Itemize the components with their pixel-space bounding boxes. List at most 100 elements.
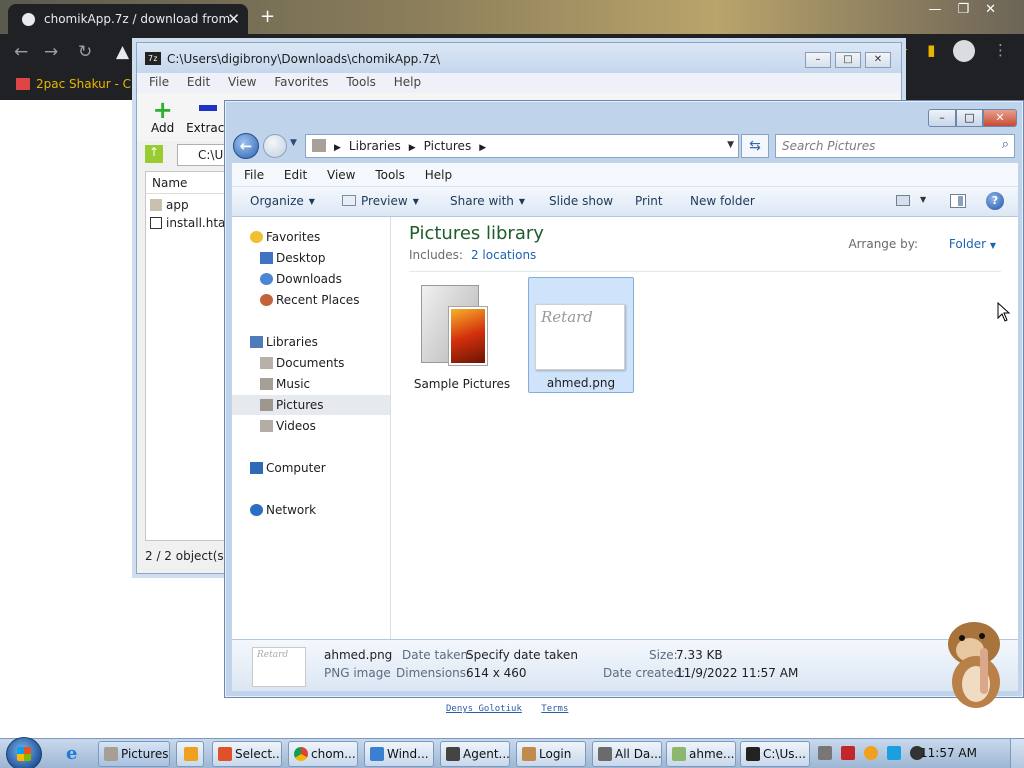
browser-forward-icon[interactable]: → [44, 42, 58, 62]
refresh-button[interactable]: ⇆ [741, 134, 769, 158]
share-with-button[interactable]: Share with ▼ [450, 194, 525, 208]
views-chevron-down-icon[interactable]: ▼ [920, 195, 926, 204]
new-folder-button[interactable]: New folder [690, 194, 755, 208]
menu-view[interactable]: View [327, 168, 355, 182]
taskbar-item-login[interactable]: Login [516, 741, 586, 767]
sidebar-item-music[interactable]: Music [232, 374, 390, 394]
browser-back-icon[interactable]: ← [14, 42, 28, 62]
browser-reload-icon[interactable]: ↻ [78, 42, 92, 62]
extract-button[interactable]: Extract [186, 97, 229, 135]
sidebar-item-recent-places[interactable]: Recent Places [232, 290, 390, 310]
preview-pane-button[interactable] [950, 194, 966, 208]
sidebar-item-network[interactable]: Network [232, 500, 390, 520]
print-button[interactable]: Print [635, 194, 663, 208]
taskbar-item-windows[interactable]: Wind... [364, 741, 434, 767]
tray-network-icon[interactable] [818, 746, 832, 760]
taskbar-item-agent[interactable]: Agent... [440, 741, 510, 767]
sidebar-item-favorites[interactable]: Favorites [232, 227, 390, 247]
browser-window-controls[interactable]: —❐✕ [928, 2, 1012, 17]
new-tab-button[interactable]: + [260, 6, 275, 27]
menu-edit[interactable]: Edit [284, 168, 307, 182]
address-bar[interactable]: ▶ Libraries ▶ Pictures ▶ ▼ [305, 134, 739, 158]
recent-pages-chevron-down-icon[interactable]: ▼ [290, 138, 297, 148]
menu-tools[interactable]: Tools [375, 168, 405, 182]
tray-display-icon[interactable] [887, 746, 901, 760]
taskbar-item-chrome[interactable]: chom... [288, 741, 358, 767]
help-icon[interactable]: ? [986, 192, 1004, 210]
column-header-name[interactable]: Name [146, 172, 228, 194]
7zip-menu-edit[interactable]: Edit [187, 75, 210, 89]
7zip-menu-help[interactable]: Help [394, 75, 421, 89]
taskbar-item-pictures[interactable]: Pictures [98, 741, 170, 767]
browser-tab[interactable]: chomikApp.7z / download from ✕ [8, 4, 248, 34]
sidebar-item-downloads[interactable]: Downloads [232, 269, 390, 289]
organize-button[interactable]: Organize ▼ [250, 194, 315, 208]
sidebar-item-pictures[interactable]: Pictures [232, 395, 390, 415]
taskbar-item-ahmed[interactable]: ahme... [666, 741, 736, 767]
tray-search-icon[interactable] [864, 746, 878, 760]
7zip-menu-file[interactable]: File [149, 75, 169, 89]
search-icon[interactable]: ⌕ [1002, 137, 1009, 152]
folder-up-icon[interactable]: ↑ [145, 145, 163, 163]
sidebar-item-videos[interactable]: Videos [232, 416, 390, 436]
7zip-menu-tools[interactable]: Tools [346, 75, 376, 89]
breadcrumb-pictures[interactable]: Pictures [424, 139, 472, 153]
internet-explorer-icon[interactable]: e [66, 743, 77, 764]
preview-button[interactable]: Preview ▼ [342, 194, 419, 208]
7zip-title: C:\Users\digibrony\Downloads\chomikApp.7… [167, 52, 441, 66]
file-item[interactable]: Retard ahmed.png [528, 277, 634, 393]
forward-button[interactable] [263, 134, 287, 158]
slide-show-button[interactable]: Slide show [549, 194, 613, 208]
menu-file[interactable]: File [244, 168, 264, 182]
profile-avatar-icon[interactable] [953, 40, 976, 62]
tab-close-icon[interactable]: ✕ [227, 10, 240, 28]
sidebar-item-libraries[interactable]: Libraries [232, 332, 390, 352]
system-tray [818, 746, 933, 763]
sidebar-icon[interactable]: ▮ [927, 41, 935, 59]
list-item[interactable]: install.hta [146, 212, 228, 230]
address-chevron-down-icon[interactable]: ▼ [727, 140, 734, 150]
breadcrumb-separator-icon[interactable]: ▶ [409, 143, 416, 153]
back-button[interactable]: ← [233, 133, 259, 159]
menu-help[interactable]: Help [425, 168, 452, 182]
taskbar-item-7zip[interactable]: C:\Us... [740, 741, 810, 767]
footer-link-author[interactable]: Denys Golotiuk [446, 704, 522, 714]
taskbar-item-select[interactable]: Select... [212, 741, 282, 767]
maximize-button[interactable]: □ [956, 109, 983, 127]
chevron-down-icon: ▼ [518, 197, 526, 206]
7zip-close-button[interactable]: ✕ [865, 52, 891, 68]
locations-link[interactable]: 2 locations [471, 248, 536, 262]
tray-antivirus-icon[interactable] [841, 746, 855, 760]
browser-menu-icon[interactable]: ⋮ [993, 41, 1008, 59]
sidebar-item-desktop[interactable]: Desktop [232, 248, 390, 268]
breadcrumb-separator-icon[interactable]: ▶ [334, 143, 341, 153]
sidebar-item-documents[interactable]: Documents [232, 353, 390, 373]
footer-link-terms[interactable]: Terms [541, 704, 568, 714]
7zip-menu-view[interactable]: View [228, 75, 256, 89]
add-button[interactable]: + Add [151, 98, 174, 135]
7zip-minimize-button[interactable]: – [805, 52, 831, 68]
taskbar-item-all-data[interactable]: All Da... [592, 741, 662, 767]
date-taken-value[interactable]: Specify date taken [466, 648, 578, 662]
close-button[interactable]: ✕ [983, 109, 1017, 127]
breadcrumb-separator-icon[interactable]: ▶ [479, 143, 486, 153]
breadcrumb-libraries[interactable]: Libraries [349, 139, 401, 153]
bookmark-item[interactable]: 2pac Shakur - Chr [16, 77, 144, 91]
clock[interactable]: 11:57 AM [920, 746, 977, 760]
folder-item[interactable]: Sample Pictures [409, 277, 515, 393]
7zip-titlebar[interactable]: 7z C:\Users\digibrony\Downloads\chomikAp… [137, 43, 901, 73]
sidebar-item-computer[interactable]: Computer [232, 458, 390, 478]
taskbar-item-media[interactable] [176, 741, 204, 767]
search-input[interactable]: Search Pictures ⌕ [775, 134, 1015, 158]
warning-icon[interactable]: ▲ [116, 42, 129, 62]
7zip-menu-favorites[interactable]: Favorites [274, 75, 328, 89]
change-view-icon[interactable] [896, 195, 910, 206]
size-label: Size: [649, 648, 678, 662]
list-item[interactable]: app [146, 194, 228, 212]
arrange-by-dropdown[interactable]: Folder ▼ [949, 237, 996, 251]
explorer-titlebar[interactable]: – □ ✕ [225, 101, 1023, 131]
7zip-maximize-button[interactable]: □ [835, 52, 861, 68]
start-button[interactable] [6, 737, 42, 768]
show-desktop-button[interactable] [1010, 739, 1024, 768]
minimize-button[interactable]: – [928, 109, 956, 127]
